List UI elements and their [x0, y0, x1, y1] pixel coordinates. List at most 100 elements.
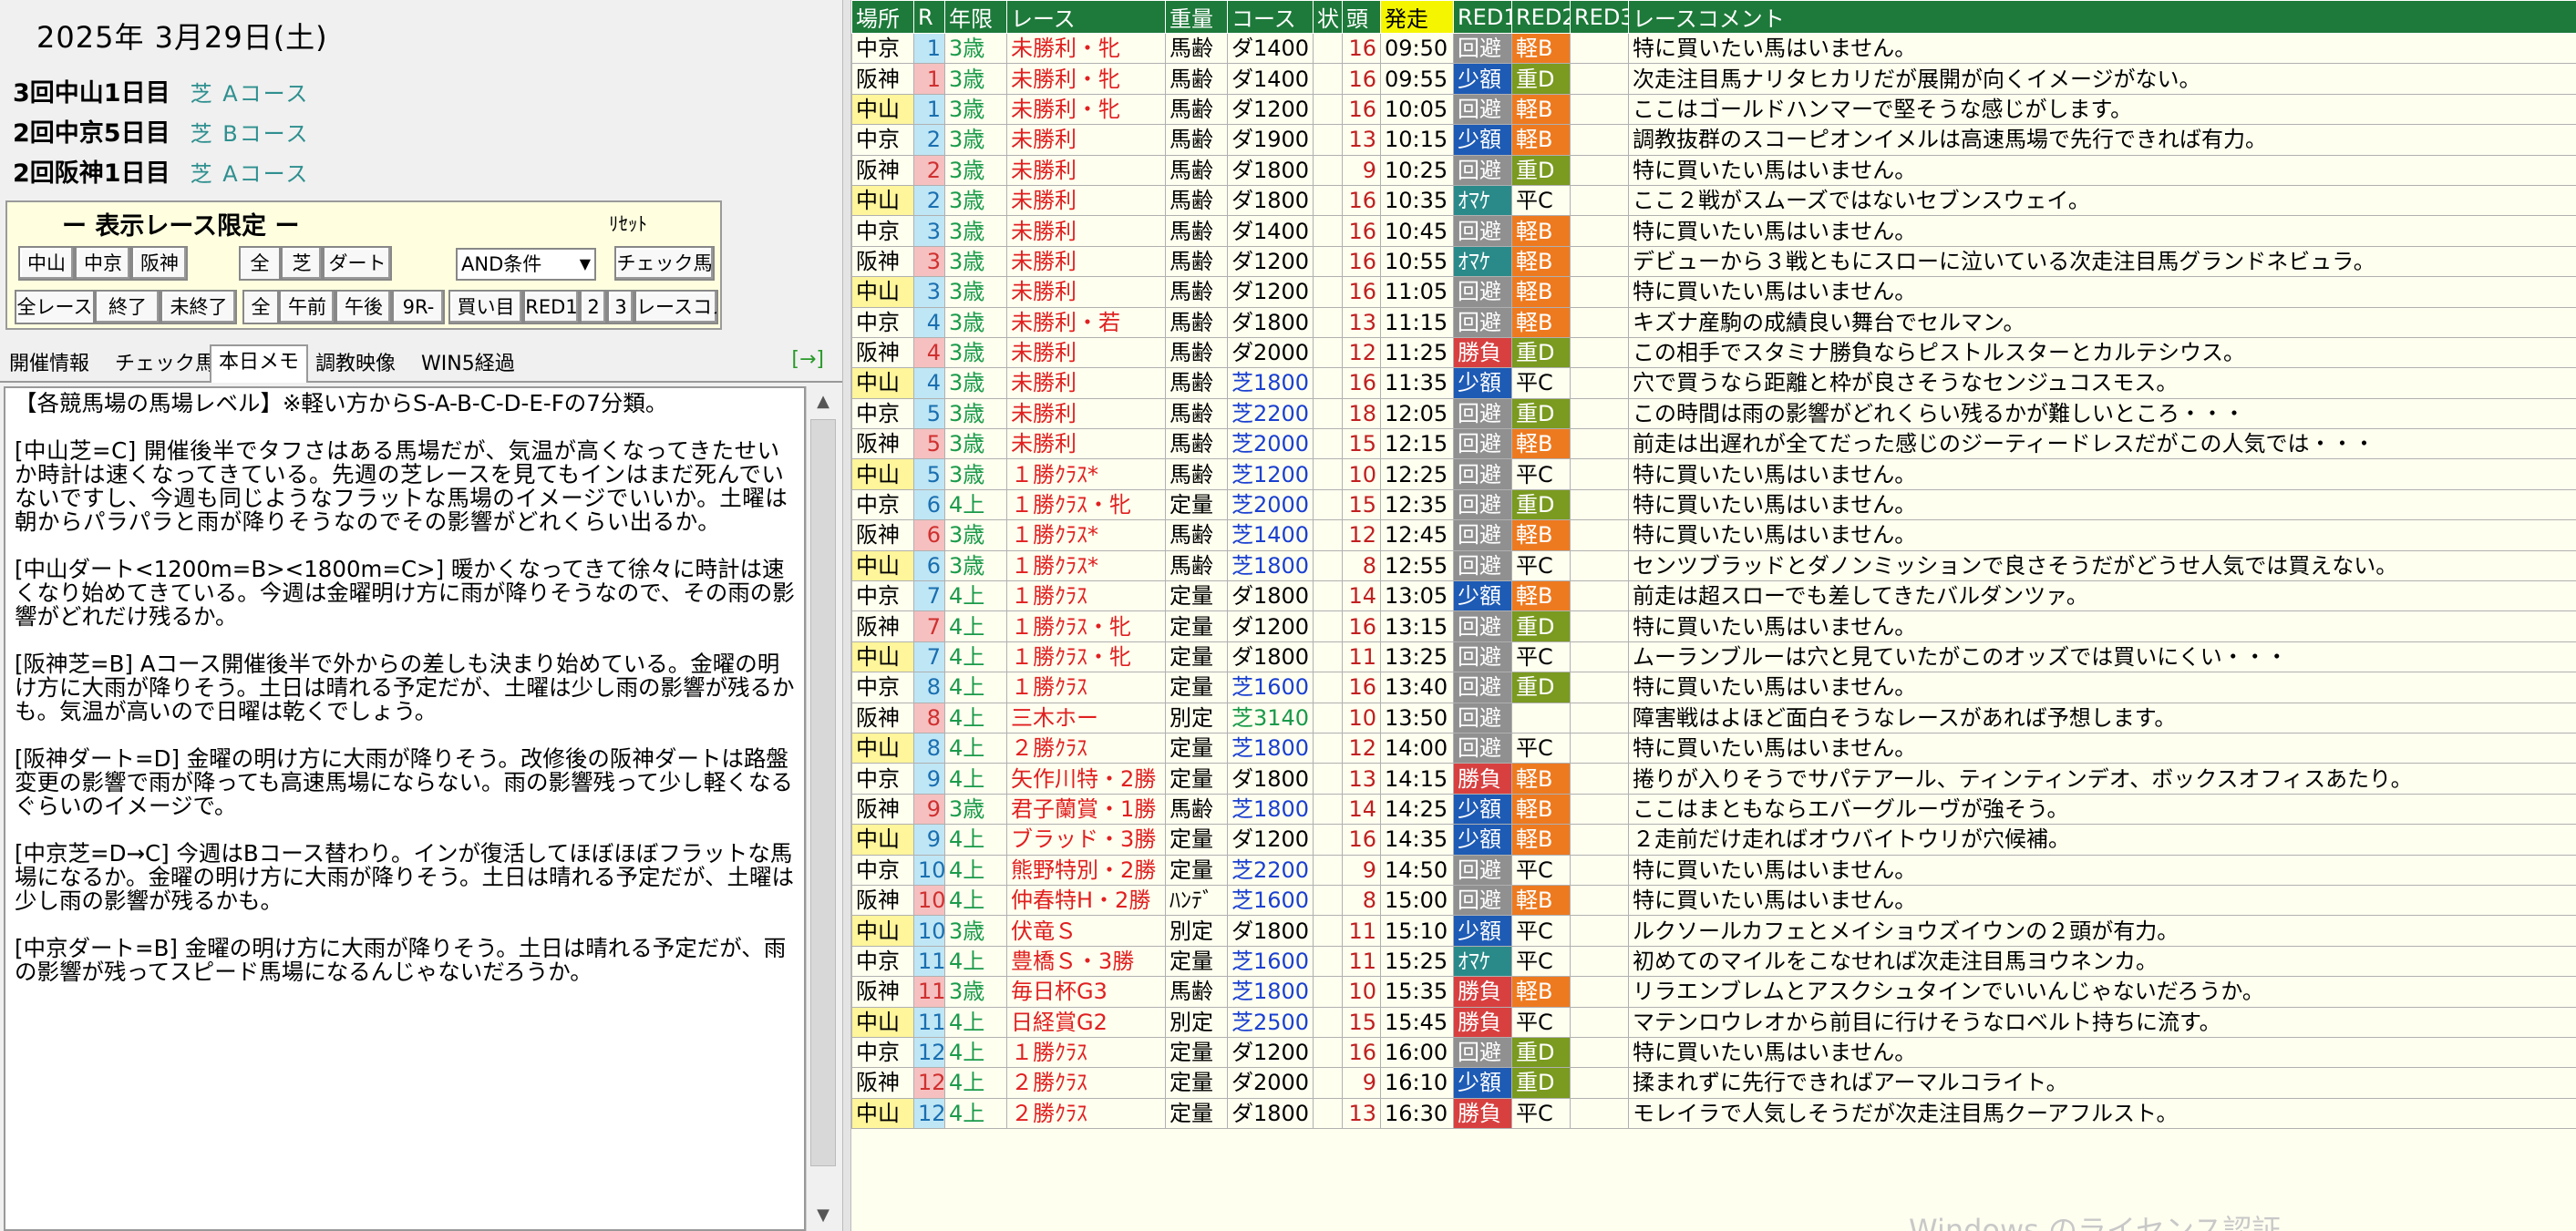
table-row[interactable]: 阪神 12 4上 ２勝ｸﾗｽ 定量 ダ2000 9 16:10 少額 重D 揉まれずに先行できればア…	[851, 1067, 2576, 1099]
memo-scrollbar[interactable]: ▲ ▼	[806, 386, 839, 1231]
venue-hanshin-button[interactable]: 阪神	[131, 246, 188, 281]
race-comment-button[interactable]: レースコメ	[634, 290, 718, 324]
column-header[interactable]: 重量	[1165, 0, 1228, 34]
expand-arrow-icon[interactable]: [→]	[791, 348, 824, 371]
scroll-up-icon[interactable]: ▲	[807, 386, 840, 417]
column-header[interactable]: 年限	[944, 0, 1007, 34]
cell-course: ダ1800	[1227, 641, 1314, 673]
table-row[interactable]: 中京 6 4上 １勝ｸﾗｽ・牝 定量 芝2000 15 12:35 回避 重D 特に買いたい馬はいま…	[851, 488, 2576, 521]
cell-cond	[1313, 793, 1343, 826]
cell-start: 14:25	[1380, 793, 1454, 826]
cell-course: 芝2000	[1227, 488, 1314, 521]
column-header[interactable]: R	[913, 0, 945, 34]
cell-venue: 中京	[851, 215, 914, 247]
table-row[interactable]: 中京 9 4上 矢作川特・2勝 定量 ダ1800 13 14:15 勝負 軽B 捲りが入りそうでサパ…	[851, 763, 2576, 795]
time-9r-button[interactable]: 9R-	[392, 290, 445, 324]
cell-weight: 馬齢	[1165, 245, 1228, 278]
surface-dirt-button[interactable]: ダート	[323, 246, 392, 281]
cell-venue: 阪神	[851, 154, 914, 186]
table-row[interactable]: 中京 4 3歳 未勝利・若 馬齢 ダ1800 13 11:15 回避 軽B キズナ産駒の成績良い舞台…	[851, 306, 2576, 338]
reset-button[interactable]: ﾘｾｯﾄ	[609, 210, 647, 237]
table-row[interactable]: 中山 9 4上 ブラッド・3勝 定量 ダ1200 16 14:35 少額 軽B ２走前だけ走ればオウ…	[851, 824, 2576, 856]
surface-turf-button[interactable]: 芝	[281, 246, 323, 281]
tab-win5[interactable]: WIN5経過	[414, 348, 522, 381]
kaime-button[interactable]: 買い目	[448, 290, 523, 324]
status-unfinished-button[interactable]: 未終了	[160, 290, 237, 324]
table-row[interactable]: 中山 4 3歳 未勝利 馬齢 芝1800 16 11:35 少額 平C 穴で買うなら距離と枠が良さそ…	[851, 367, 2576, 399]
cell-race-name: 未勝利	[1006, 397, 1166, 430]
table-row[interactable]: 中京 8 4上 １勝ｸﾗｽ 定量 芝1600 16 13:40 回避 重D 特に買いたい馬はいません…	[851, 672, 2576, 703]
table-row[interactable]: 中山 12 4上 ２勝ｸﾗｽ 定量 ダ1800 13 16:30 勝負 平C モレイラで人気しそうだ…	[851, 1097, 2576, 1130]
column-header[interactable]: RED3	[1570, 0, 1629, 34]
cell-age: 4上	[944, 732, 1007, 764]
column-header[interactable]: 場所	[851, 0, 914, 34]
table-row[interactable]: 阪神 11 3歳 毎日杯G3 馬齢 芝1800 10 15:35 勝負 軽B リラエンブレムとアスク…	[851, 976, 2576, 1008]
check-horse-button[interactable]: チェック馬	[614, 246, 715, 281]
table-row[interactable]: 中京 5 3歳 未勝利 馬齢 芝2200 18 12:05 回避 重D この時間は雨の影響がどれくら…	[851, 397, 2576, 430]
table-row[interactable]: 阪神 10 4上 仲春特H・2勝 ﾊﾝﾃﾞ 芝1600 8 15:00 回避 軽B 特に買いたい馬は…	[851, 884, 2576, 917]
table-row[interactable]: 中山 7 4上 １勝ｸﾗｽ・牝 定量 ダ1800 11 13:25 回避 平C ムーランブルーは穴と…	[851, 641, 2576, 673]
table-row[interactable]: 中京 7 4上 １勝ｸﾗｽ 定量 ダ1800 14 13:05 少額 軽B 前走は超スローでも差して…	[851, 580, 2576, 612]
cell-comment: ルクソールカフェとメイショウズイウンの２頭が有力。	[1628, 915, 2576, 947]
table-row[interactable]: 中京 12 4上 １勝ｸﾗｽ 定量 ダ1200 16 16:00 回避 重D 特に買いたい馬はいませ…	[851, 1036, 2576, 1069]
table-row[interactable]: 中山 5 3歳 １勝ｸﾗｽ* 馬齢 芝1200 10 12:25 回避 平C 特に買いたい馬はいませ…	[851, 458, 2576, 490]
table-row[interactable]: 阪神 3 3歳 未勝利 馬齢 ダ1200 16 10:55 ｵﾏｹ 軽B デビューから３戦ともにスロ…	[851, 245, 2576, 278]
column-header[interactable]: 頭	[1342, 0, 1381, 34]
table-row[interactable]: 中山 1 3歳 未勝利・牝 馬齢 ダ1200 16 10:05 回避 軽B ここはゴールドハンマーで…	[851, 93, 2576, 126]
condition-select[interactable]: AND条件 ▼	[456, 248, 596, 281]
cell-course: ダ1400	[1227, 215, 1314, 247]
status-all-button[interactable]: 全レース	[15, 290, 95, 324]
cell-red3	[1570, 672, 1629, 703]
table-row[interactable]: 中山 10 3歳 伏竜Ｓ 別定 ダ1800 11 15:10 少額 平C ルクソールカフェとメイショ…	[851, 915, 2576, 947]
column-header[interactable]: RED1	[1453, 0, 1512, 34]
splitter[interactable]	[842, 0, 851, 1231]
table-row[interactable]: 中京 1 3歳 未勝利・牝 馬齢 ダ1400 16 09:50 回避 軽B 特に買いたい馬はいません…	[851, 32, 2576, 65]
cell-red3	[1570, 732, 1629, 764]
column-header[interactable]: レース	[1006, 0, 1166, 34]
table-row[interactable]: 中京 10 4上 熊野特別・2勝 定量 芝2200 9 14:50 回避 平C 特に買いたい馬はいま…	[851, 854, 2576, 886]
cell-heads: 16	[1342, 245, 1381, 278]
time-afternoon-button[interactable]: 午後	[335, 290, 392, 324]
table-row[interactable]: 阪神 9 3歳 君子蘭賞・1勝 馬齢 芝1800 14 14:25 少額 軽B ここはまともならエバ…	[851, 793, 2576, 826]
cell-red1: 回避	[1453, 397, 1512, 430]
time-morning-button[interactable]: 午前	[279, 290, 335, 324]
table-row[interactable]: 阪神 6 3歳 １勝ｸﾗｽ* 馬齢 芝1400 12 12:45 回避 軽B 特に買いたい馬はいませ…	[851, 519, 2576, 551]
table-row[interactable]: 中山 2 3歳 未勝利 馬齢 ダ1800 16 10:35 ｵﾏｹ 平C ここ２戦がスムーズではない…	[851, 184, 2576, 217]
cell-red3	[1570, 63, 1629, 95]
tab-kaisai-info[interactable]: 開催情報	[2, 348, 97, 381]
table-row[interactable]: 中山 11 4上 日経賞G2 別定 芝2500 15 15:45 勝負 平C マテンロウレオから前目…	[851, 1006, 2576, 1038]
surface-all-button[interactable]: 全	[239, 246, 281, 281]
table-row[interactable]: 阪神 2 3歳 未勝利 馬齢 ダ1800 9 10:25 回避 重D 特に買いたい馬はいません。	[851, 154, 2576, 186]
column-header[interactable]: RED2	[1511, 0, 1571, 34]
column-header[interactable]: コース	[1227, 0, 1314, 34]
memo-textarea[interactable]: 【各競馬場の馬場レベル】※軽い方からS-A-B-C-D-E-Fの7分類。 [中山…	[4, 386, 806, 1231]
table-row[interactable]: 阪神 4 3歳 未勝利 馬齢 ダ2000 12 11:25 勝負 重D この相手でスタミナ勝負ならピ…	[851, 336, 2576, 369]
venue-nakayama-button[interactable]: 中山	[18, 246, 75, 281]
cell-race-name: 日経賞G2	[1006, 1006, 1166, 1038]
table-row[interactable]: 阪神 5 3歳 未勝利 馬齢 芝2000 15 12:15 回避 軽B 前走は出遅れが全てだった感じ…	[851, 428, 2576, 460]
tab-training-video[interactable]: 調教映像	[308, 348, 403, 381]
table-row[interactable]: 阪神 8 4上 三木ホー 別定 芝3140 10 13:50 回避 障害戦はよほど面白そうなレース…	[851, 702, 2576, 733]
mark-red1-button[interactable]: RED1	[523, 290, 580, 324]
tab-check-horse[interactable]: チェック馬	[108, 348, 222, 381]
scrollbar-thumb[interactable]	[810, 419, 836, 1166]
tab-today-memo[interactable]: 本日メモ	[210, 344, 309, 383]
cell-comment: マテンロウレオから前目に行けそうなロベルト持ちに流す。	[1628, 1006, 2576, 1038]
table-row[interactable]: 中京 3 3歳 未勝利 馬齢 ダ1400 16 10:45 回避 軽B 特に買いたい馬はいません。	[851, 215, 2576, 247]
column-header[interactable]: 状	[1313, 0, 1343, 34]
mark-2-button[interactable]: 2	[580, 290, 607, 324]
mark-3-button[interactable]: 3	[607, 290, 634, 324]
table-row[interactable]: 中京 11 4上 豊橋Ｓ・3勝 定量 芝1600 11 15:25 ｵﾏｹ 平C 初めてのマイルをこ…	[851, 945, 2576, 978]
scroll-down-icon[interactable]: ▼	[807, 1200, 840, 1231]
table-row[interactable]: 中山 8 4上 ２勝ｸﾗｽ 定量 芝1800 12 14:00 回避 平C 特に買いたい馬はいません…	[851, 732, 2576, 764]
time-all-button[interactable]: 全	[242, 290, 279, 324]
column-header[interactable]: 発走	[1380, 0, 1454, 34]
table-row[interactable]: 阪神 7 4上 １勝ｸﾗｽ・牝 定量 ダ1200 16 13:15 回避 重D 特に買いたい馬はいま…	[851, 610, 2576, 642]
venue-chukyo-button[interactable]: 中京	[75, 246, 131, 281]
table-row[interactable]: 中京 2 3歳 未勝利 馬齢 ダ1900 13 10:15 少額 軽B 調教抜群のスコーピオンイメル…	[851, 124, 2576, 156]
table-row[interactable]: 中山 6 3歳 １勝ｸﾗｽ* 馬齢 芝1800 8 12:55 回避 平C センツブラッドとダノンミ…	[851, 549, 2576, 582]
table-row[interactable]: 阪神 1 3歳 未勝利・牝 馬齢 ダ1400 16 09:55 少額 重D 次走注目馬ナリタヒカリだ…	[851, 63, 2576, 95]
table-row[interactable]: 中山 3 3歳 未勝利 馬齢 ダ1200 16 11:05 回避 軽B 特に買いたい馬はいません。	[851, 276, 2576, 308]
status-finished-button[interactable]: 終了	[95, 290, 160, 324]
column-header[interactable]: レースコメント	[1628, 0, 2576, 34]
